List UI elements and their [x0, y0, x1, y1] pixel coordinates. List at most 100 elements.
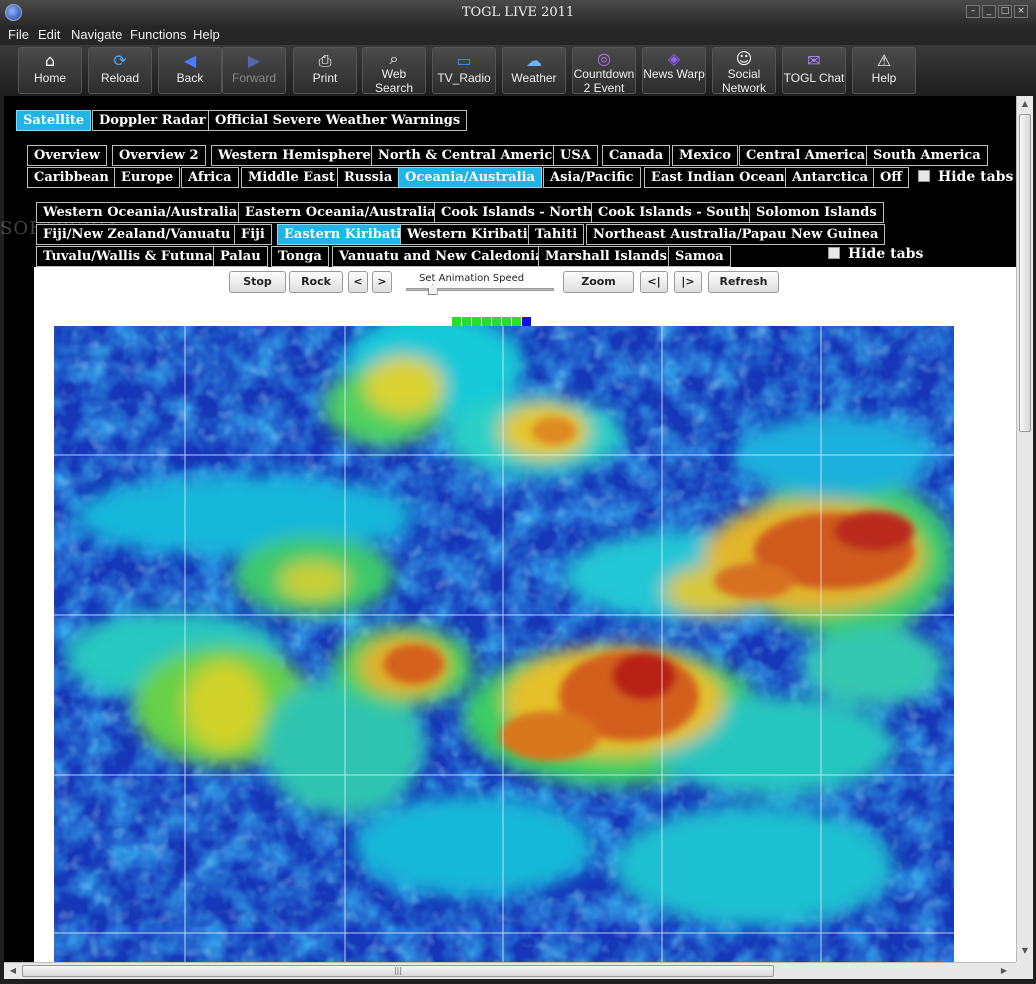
menu-file[interactable]: File: [8, 27, 29, 42]
frame-marker: [462, 317, 471, 326]
togl-chat-button[interactable]: ✉ TOGL Chat: [782, 47, 846, 94]
tab-sub-vanuatu-new-caledonia[interactable]: Vanuatu and New Caledonia: [332, 246, 551, 267]
tab-region-middle-east[interactable]: Middle East: [241, 167, 342, 188]
tab-sub-eastern-kiribati[interactable]: Eastern Kiribati: [277, 224, 409, 245]
frame-current-marker: [522, 317, 531, 326]
tab-severe-weather-warnings[interactable]: Official Severe Weather Warnings: [208, 110, 468, 131]
tab-region-central-america[interactable]: Central America: [739, 145, 873, 166]
next-frame-button[interactable]: >: [372, 271, 392, 293]
minimize-icon[interactable]: –: [966, 5, 980, 18]
maximize-icon[interactable]: □: [998, 5, 1012, 18]
print-button[interactable]: ⎙ Print: [293, 47, 357, 94]
tab-sub-solomon-islands[interactable]: Solomon Islands: [749, 202, 884, 223]
tab-region-russia[interactable]: Russia: [337, 167, 400, 188]
tab-region-africa[interactable]: Africa: [181, 167, 239, 188]
tab-sub-tonga[interactable]: Tonga: [271, 246, 329, 267]
tab-region-off[interactable]: Off: [873, 167, 909, 188]
social-network-button[interactable]: ☺ Social Network: [712, 47, 776, 94]
scroll-up-icon[interactable]: ▲: [1020, 99, 1030, 111]
tab-region-antarctica[interactable]: Antarctica: [785, 167, 876, 188]
tab-sub-northeast-australia-png[interactable]: Northeast Australia/Papau New Guinea: [586, 224, 886, 245]
scroll-right-icon[interactable]: ▶: [998, 965, 1010, 977]
satellite-ir-map: [54, 326, 954, 962]
back-arrow-icon: ◀: [183, 51, 197, 70]
tab-region-canada[interactable]: Canada: [602, 145, 671, 166]
countdown-icon: ◎: [597, 49, 611, 68]
tab-sub-palau[interactable]: Palau: [213, 246, 268, 267]
people-icon: ☺: [735, 49, 753, 68]
frame-marker: [482, 317, 491, 326]
tab-doppler-radar[interactable]: Doppler Radar: [92, 110, 213, 131]
menu-functions[interactable]: Functions: [130, 27, 186, 42]
tab-sub-samoa[interactable]: Samoa: [668, 246, 731, 267]
tab-satellite[interactable]: Satellite: [16, 110, 92, 131]
minimize-icon[interactable]: _: [982, 5, 996, 18]
hide-tabs-checkbox-region[interactable]: Hide tabs: [918, 169, 1013, 185]
window-title: TOGL LIVE 2011: [461, 5, 575, 20]
scroll-down-icon[interactable]: ▼: [1020, 946, 1030, 958]
tab-region-mexico[interactable]: Mexico: [672, 145, 738, 166]
home-button[interactable]: ⌂ Home: [18, 47, 82, 94]
stop-button[interactable]: Stop: [229, 271, 286, 293]
vertical-scroll-thumb[interactable]: [1019, 114, 1031, 432]
tab-sub-eastern-oceania[interactable]: Eastern Oceania/Australia: [238, 202, 443, 223]
menu-navigate[interactable]: Navigate: [71, 27, 122, 42]
tv-icon: ▭: [456, 51, 472, 70]
tab-sub-fiji-nz-vanuatu[interactable]: Fiji/New Zealand/Vanuatu: [36, 224, 238, 245]
tab-region-south-america[interactable]: South America: [866, 145, 988, 166]
tab-region-asia-pacific[interactable]: Asia/Pacific: [543, 167, 641, 188]
reload-icon: ⟳: [113, 51, 127, 70]
checkbox-icon[interactable]: [918, 170, 930, 182]
tab-region-oceania-australia[interactable]: Oceania/Australia: [398, 167, 542, 188]
prev-frame-button[interactable]: <: [348, 271, 368, 293]
weather-button[interactable]: ☁ Weather: [502, 47, 566, 94]
tab-region-overview[interactable]: Overview: [27, 145, 107, 166]
weather-icon: ☁: [526, 51, 542, 70]
tab-region-caribbean[interactable]: Caribbean: [27, 167, 116, 188]
tab-sub-fiji[interactable]: Fiji: [234, 224, 272, 245]
refresh-button[interactable]: Refresh: [708, 271, 779, 293]
countdown-button[interactable]: ◎ Countdown 2 Event: [572, 47, 636, 94]
warning-icon: ⚠: [876, 51, 892, 70]
tab-sub-western-oceania[interactable]: Western Oceania/Australia: [36, 202, 245, 223]
scroll-left-icon[interactable]: ◀: [7, 965, 19, 977]
first-frame-button[interactable]: <|: [640, 271, 668, 293]
web-search-button[interactable]: ⌕ Web Search: [362, 47, 426, 94]
title-bar: TOGL LIVE 2011 – _ □ ×: [0, 0, 1036, 26]
tab-sub-cook-islands-north[interactable]: Cook Islands - North: [434, 202, 600, 223]
help-button[interactable]: ⚠ Help: [852, 47, 916, 94]
tab-sub-western-kiribati[interactable]: Western Kiribati: [400, 224, 535, 245]
zoom-button[interactable]: Zoom: [563, 271, 634, 293]
tab-region-east-indian-ocean[interactable]: East Indian Ocean: [644, 167, 792, 188]
back-button[interactable]: ◀ Back: [158, 47, 222, 94]
close-icon[interactable]: ×: [1014, 5, 1028, 18]
tab-sub-tuvalu-wallis-futuna[interactable]: Tuvalu/Wallis & Futuna: [36, 246, 220, 267]
reload-button[interactable]: ⟳ Reload: [88, 47, 152, 94]
tab-region-europe[interactable]: Europe: [114, 167, 181, 188]
tab-region-usa[interactable]: USA: [553, 145, 598, 166]
tab-region-overview-2[interactable]: Overview 2: [112, 145, 206, 166]
forward-button[interactable]: ▶ Forward: [222, 47, 286, 94]
tab-sub-marshall-islands[interactable]: Marshall Islands: [538, 246, 674, 267]
checkbox-icon[interactable]: [828, 247, 840, 259]
horizontal-scroll-thumb[interactable]: |||: [22, 965, 774, 977]
hide-tabs-checkbox-sub[interactable]: Hide tabs: [828, 246, 923, 262]
news-icon: ◈: [667, 49, 681, 68]
forward-arrow-icon: ▶: [247, 51, 261, 70]
tab-region-western-hemisphere[interactable]: Western Hemisphere: [211, 145, 378, 166]
menu-edit[interactable]: Edit: [38, 27, 60, 42]
horizontal-scrollbar[interactable]: ◀ ||| ▶: [4, 962, 1016, 979]
frame-marker: [512, 317, 521, 326]
news-warp-button[interactable]: ◈ News Warp: [642, 47, 706, 94]
frame-marker: [452, 317, 461, 326]
left-margin: [4, 267, 34, 962]
tab-sub-tahiti[interactable]: Tahiti: [528, 224, 585, 245]
rock-button[interactable]: Rock: [289, 271, 343, 293]
vertical-scrollbar[interactable]: ▲ ▼: [1016, 96, 1033, 962]
menu-help[interactable]: Help: [193, 27, 220, 42]
tab-sub-cook-islands-south[interactable]: Cook Islands - South: [591, 202, 757, 223]
last-frame-button[interactable]: |>: [674, 271, 702, 293]
tv-radio-button[interactable]: ▭ TV_Radio: [432, 47, 496, 94]
home-icon: ⌂: [44, 51, 56, 70]
tab-region-north-central-america[interactable]: North & Central America: [371, 145, 568, 166]
